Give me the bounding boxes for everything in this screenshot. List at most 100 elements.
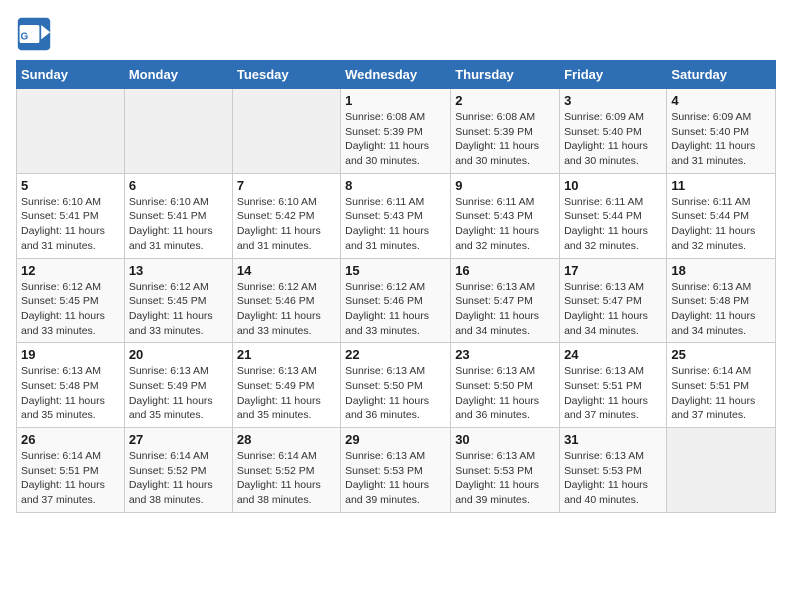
day-of-week-header: Wednesday <box>341 61 451 89</box>
calendar-cell: 25Sunrise: 6:14 AM Sunset: 5:51 PM Dayli… <box>667 343 776 428</box>
day-info: Sunrise: 6:11 AM Sunset: 5:44 PM Dayligh… <box>671 195 771 254</box>
calendar-cell: 22 Sunrise: 6:13 AM Sunset: 5:50 PM Dayli… <box>341 343 451 428</box>
day-info: Sunrise: 6:13 AM Sunset: 5:53 PM Dayligh… <box>345 449 446 508</box>
calendar-cell: 3 Sunrise: 6:09 AM Sunset: 5:40 PM Daylig… <box>560 89 667 174</box>
calendar-cell <box>232 89 340 174</box>
day-info: Sunrise: 6:13 AM Sunset: 5:48 PM Dayligh… <box>671 280 771 339</box>
day-number: 21 <box>237 347 336 362</box>
day-info: Sunrise: 6:11 AM Sunset: 5:44 PM Dayligh… <box>564 195 662 254</box>
logo: G <box>16 16 54 52</box>
calendar-cell: 11 Sunrise: 6:11 AM Sunset: 5:44 PM Dayli… <box>667 173 776 258</box>
day-info: Sunrise: 6:14 AM Sunset: 5:52 PM Dayligh… <box>129 449 228 508</box>
calendar-week-row: 1Sunrise: 6:08 AM Sunset: 5:39 PM Daylig… <box>17 89 776 174</box>
calendar-week-row: 19 Sunrise: 6:13 AM Sunset: 5:48 PM Dayli… <box>17 343 776 428</box>
day-number: 23 <box>455 347 555 362</box>
calendar-cell <box>667 428 776 513</box>
day-number: 12 <box>21 263 120 278</box>
day-number: 15 <box>345 263 446 278</box>
day-info: Sunrise: 6:10 AM Sunset: 5:42 PM Dayligh… <box>237 195 336 254</box>
day-number: 9 <box>455 178 555 193</box>
day-info: Sunrise: 6:13 AM Sunset: 5:53 PM Dayligh… <box>455 449 555 508</box>
day-info: Sunrise: 6:13 AM Sunset: 5:49 PM Dayligh… <box>237 364 336 423</box>
day-info: Sunrise: 6:14 AM Sunset: 5:51 PM Dayligh… <box>671 364 771 423</box>
day-number: 18 <box>671 263 771 278</box>
day-info: Sunrise: 6:13 AM Sunset: 5:50 PM Dayligh… <box>455 364 555 423</box>
calendar-cell: 6 Sunrise: 6:10 AM Sunset: 5:41 PM Daylig… <box>124 173 232 258</box>
calendar-week-row: 5 Sunrise: 6:10 AM Sunset: 5:41 PM Daylig… <box>17 173 776 258</box>
day-number: 30 <box>455 432 555 447</box>
day-number: 5 <box>21 178 120 193</box>
calendar-cell: 16 Sunrise: 6:13 AM Sunset: 5:47 PM Dayli… <box>451 258 560 343</box>
day-number: 10 <box>564 178 662 193</box>
day-of-week-header: Tuesday <box>232 61 340 89</box>
calendar-cell: 24 Sunrise: 6:13 AM Sunset: 5:51 PM Dayli… <box>560 343 667 428</box>
calendar-cell: 18 Sunrise: 6:13 AM Sunset: 5:48 PM Dayli… <box>667 258 776 343</box>
day-info: Sunrise: 6:10 AM Sunset: 5:41 PM Dayligh… <box>129 195 228 254</box>
day-number: 4 <box>671 93 771 108</box>
day-info: Sunrise: 6:13 AM Sunset: 5:47 PM Dayligh… <box>455 280 555 339</box>
calendar-cell: 20Sunrise: 6:13 AM Sunset: 5:49 PM Dayli… <box>124 343 232 428</box>
day-info: Sunrise: 6:11 AM Sunset: 5:43 PM Dayligh… <box>455 195 555 254</box>
day-number: 3 <box>564 93 662 108</box>
calendar-cell: 14 Sunrise: 6:12 AM Sunset: 5:46 PM Dayli… <box>232 258 340 343</box>
calendar-cell: 28 Sunrise: 6:14 AM Sunset: 5:52 PM Dayli… <box>232 428 340 513</box>
day-number: 31 <box>564 432 662 447</box>
day-info: Sunrise: 6:11 AM Sunset: 5:43 PM Dayligh… <box>345 195 446 254</box>
calendar-cell: 13 Sunrise: 6:12 AM Sunset: 5:45 PM Dayli… <box>124 258 232 343</box>
calendar-cell: 7 Sunrise: 6:10 AM Sunset: 5:42 PM Daylig… <box>232 173 340 258</box>
calendar-cell: 26 Sunrise: 6:14 AM Sunset: 5:51 PM Dayli… <box>17 428 125 513</box>
day-info: Sunrise: 6:09 AM Sunset: 5:40 PM Dayligh… <box>564 110 662 169</box>
logo-icon: G <box>16 16 52 52</box>
calendar-cell: 15 Sunrise: 6:12 AM Sunset: 5:46 PM Dayli… <box>341 258 451 343</box>
day-info: Sunrise: 6:12 AM Sunset: 5:46 PM Dayligh… <box>237 280 336 339</box>
day-number: 16 <box>455 263 555 278</box>
calendar-cell <box>17 89 125 174</box>
day-number: 29 <box>345 432 446 447</box>
calendar-cell: 23 Sunrise: 6:13 AM Sunset: 5:50 PM Dayli… <box>451 343 560 428</box>
day-number: 22 <box>345 347 446 362</box>
calendar-cell: 4 Sunrise: 6:09 AM Sunset: 5:40 PM Daylig… <box>667 89 776 174</box>
calendar-cell: 17 Sunrise: 6:13 AM Sunset: 5:47 PM Dayli… <box>560 258 667 343</box>
day-number: 6 <box>129 178 228 193</box>
day-number: 2 <box>455 93 555 108</box>
day-number: 26 <box>21 432 120 447</box>
day-number: 17 <box>564 263 662 278</box>
calendar-cell: 1Sunrise: 6:08 AM Sunset: 5:39 PM Daylig… <box>341 89 451 174</box>
day-of-week-header: Monday <box>124 61 232 89</box>
day-number: 19 <box>21 347 120 362</box>
day-info: Sunrise: 6:14 AM Sunset: 5:51 PM Dayligh… <box>21 449 120 508</box>
calendar-cell: 30 Sunrise: 6:13 AM Sunset: 5:53 PM Dayli… <box>451 428 560 513</box>
calendar-cell: 2Sunrise: 6:08 AM Sunset: 5:39 PM Daylig… <box>451 89 560 174</box>
calendar-cell: 5 Sunrise: 6:10 AM Sunset: 5:41 PM Daylig… <box>17 173 125 258</box>
days-header-row: SundayMondayTuesdayWednesdayThursdayFrid… <box>17 61 776 89</box>
day-info: Sunrise: 6:10 AM Sunset: 5:41 PM Dayligh… <box>21 195 120 254</box>
day-number: 8 <box>345 178 446 193</box>
calendar-table: SundayMondayTuesdayWednesdayThursdayFrid… <box>16 60 776 513</box>
day-info: Sunrise: 6:12 AM Sunset: 5:45 PM Dayligh… <box>21 280 120 339</box>
day-number: 13 <box>129 263 228 278</box>
day-number: 1 <box>345 93 446 108</box>
calendar-cell: 8 Sunrise: 6:11 AM Sunset: 5:43 PM Daylig… <box>341 173 451 258</box>
day-number: 11 <box>671 178 771 193</box>
day-info: Sunrise: 6:09 AM Sunset: 5:40 PM Dayligh… <box>671 110 771 169</box>
day-info: Sunrise: 6:13 AM Sunset: 5:53 PM Dayligh… <box>564 449 662 508</box>
day-info: Sunrise: 6:12 AM Sunset: 5:45 PM Dayligh… <box>129 280 228 339</box>
day-number: 7 <box>237 178 336 193</box>
calendar-cell <box>124 89 232 174</box>
calendar-cell: 10 Sunrise: 6:11 AM Sunset: 5:44 PM Dayli… <box>560 173 667 258</box>
calendar-cell: 31 Sunrise: 6:13 AM Sunset: 5:53 PM Dayli… <box>560 428 667 513</box>
day-info: Sunrise: 6:14 AM Sunset: 5:52 PM Dayligh… <box>237 449 336 508</box>
day-info: Sunrise: 6:13 AM Sunset: 5:51 PM Dayligh… <box>564 364 662 423</box>
calendar-week-row: 12 Sunrise: 6:12 AM Sunset: 5:45 PM Dayli… <box>17 258 776 343</box>
day-number: 14 <box>237 263 336 278</box>
calendar-cell: 9 Sunrise: 6:11 AM Sunset: 5:43 PM Daylig… <box>451 173 560 258</box>
day-number: 28 <box>237 432 336 447</box>
day-of-week-header: Thursday <box>451 61 560 89</box>
day-number: 24 <box>564 347 662 362</box>
day-info: Sunrise: 6:13 AM Sunset: 5:48 PM Dayligh… <box>21 364 120 423</box>
day-info: Sunrise: 6:12 AM Sunset: 5:46 PM Dayligh… <box>345 280 446 339</box>
day-info: Sunrise: 6:13 AM Sunset: 5:47 PM Dayligh… <box>564 280 662 339</box>
day-info: Sunrise: 6:13 AM Sunset: 5:49 PM Dayligh… <box>129 364 228 423</box>
calendar-week-row: 26 Sunrise: 6:14 AM Sunset: 5:51 PM Dayli… <box>17 428 776 513</box>
day-info: Sunrise: 6:13 AM Sunset: 5:50 PM Dayligh… <box>345 364 446 423</box>
